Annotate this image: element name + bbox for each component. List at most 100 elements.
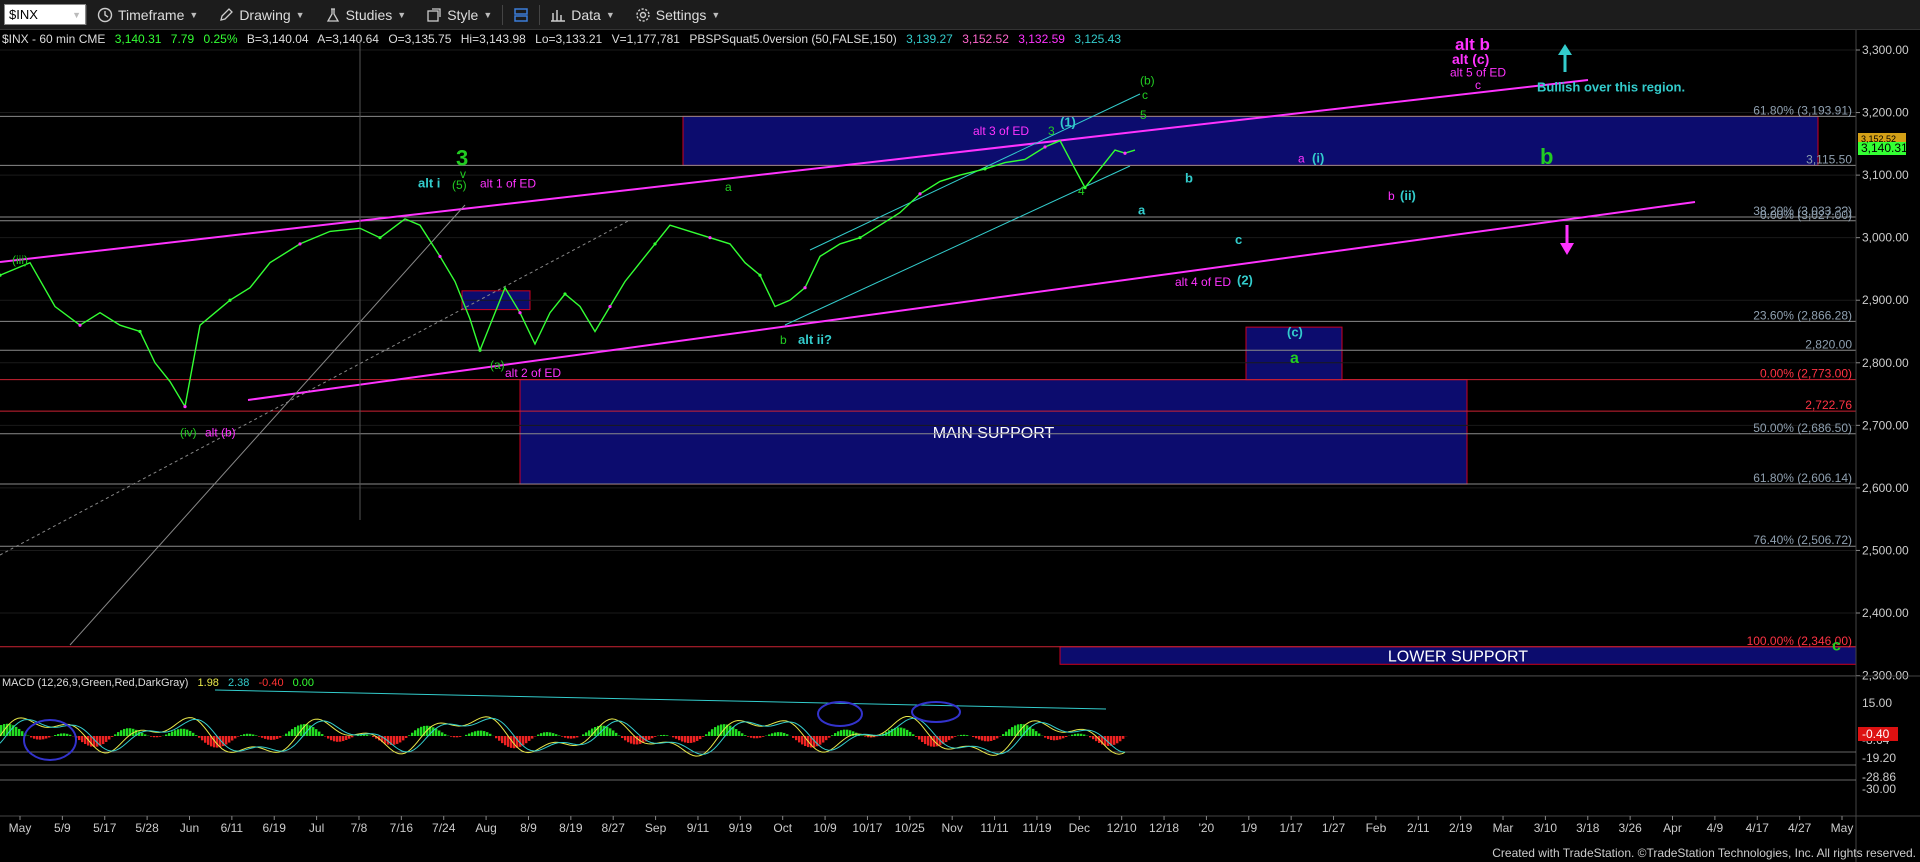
macd-bar <box>654 736 657 737</box>
price-point <box>563 292 567 296</box>
arrow-down-icon <box>1560 243 1574 255</box>
macd-bar <box>1119 736 1122 742</box>
macd-bar <box>450 736 453 737</box>
bar-chart-icon <box>551 9 566 22</box>
timeframe-button[interactable]: Timeframe ▼ <box>87 0 208 29</box>
date-tick-label: 12/18 <box>1149 821 1179 835</box>
macd-bar <box>528 736 531 741</box>
fib-level-label: 3,115.50 <box>1806 152 1852 166</box>
macd-bar <box>276 736 279 739</box>
macd-bar <box>1113 736 1116 745</box>
macd-bar <box>900 727 903 736</box>
macd-tick-label: -30.00 <box>1862 782 1896 796</box>
macd-bar <box>954 736 957 737</box>
macd-bar <box>1056 736 1059 741</box>
price-tick-label: 2,400.00 <box>1862 606 1909 620</box>
macd-bar <box>180 728 183 736</box>
price-point <box>608 304 612 309</box>
macd-bar <box>480 730 483 736</box>
macd-bar <box>675 736 678 739</box>
macd-bar <box>153 736 156 738</box>
macd-bar <box>576 736 579 738</box>
date-tick-label: 9/11 <box>687 821 710 835</box>
macd-bar <box>672 736 675 738</box>
macd-bar <box>1077 733 1080 736</box>
macd-bar <box>417 728 420 736</box>
date-tick-label: 1/9 <box>1240 821 1257 835</box>
upper-resistance-zone <box>682 115 1819 166</box>
pencil-icon <box>220 7 234 21</box>
macd-bar <box>522 736 525 746</box>
macd-bar <box>66 733 69 736</box>
price-tick-label: 3,000.00 <box>1862 231 1909 245</box>
data-button[interactable]: Data ▼ <box>540 0 625 29</box>
macd-bar <box>411 732 414 736</box>
macd-bar <box>612 730 615 736</box>
date-tick-label: 4/9 <box>1707 821 1724 835</box>
macd-bar <box>1035 731 1038 736</box>
macd-bar <box>981 736 984 741</box>
layout-button[interactable] <box>503 0 539 29</box>
studies-button[interactable]: Studies ▼ <box>315 0 417 29</box>
copyright-footer: Created with TradeStation. ©TradeStation… <box>1492 846 1916 860</box>
macd-bar <box>102 736 105 745</box>
macd-bar <box>78 736 81 741</box>
price-point <box>983 167 987 171</box>
price-point <box>138 329 142 334</box>
price-point <box>378 236 382 240</box>
macd-histogram <box>0 723 1128 749</box>
macd-bar <box>144 734 147 736</box>
macd-bar <box>1044 736 1047 738</box>
macd-bar <box>1002 734 1005 736</box>
macd-bar <box>39 736 42 740</box>
date-tick-label: Aug <box>475 821 496 835</box>
macd-bar <box>915 736 918 737</box>
macd-bar <box>828 736 831 738</box>
date-axis-ticks[interactable]: May 5/9 5/17 5/28 Jun 6/11 6/19 Jul 7/8 7/16 7/24 A… <box>9 816 1854 835</box>
price-tick-label: 2,900.00 <box>1862 293 1909 307</box>
drawing-button[interactable]: Drawing ▼ <box>208 0 314 29</box>
settings-button[interactable]: Settings ▼ <box>625 0 731 29</box>
macd-bar <box>990 736 993 741</box>
style-button[interactable]: Style ▼ <box>416 0 502 29</box>
date-tick-label: 2/11 <box>1407 821 1430 835</box>
macd-bar <box>165 734 168 736</box>
macd-bar <box>795 736 798 741</box>
macd-bar <box>204 736 207 743</box>
price-axis-panel <box>1856 30 1920 676</box>
wave-label: c <box>1475 78 1481 92</box>
macd-bar <box>996 736 999 739</box>
price-point <box>1043 145 1047 149</box>
macd-bar <box>351 736 354 738</box>
macd-bar <box>984 736 987 742</box>
macd-bar <box>141 732 144 736</box>
date-tick-label: Jul <box>309 821 324 835</box>
price-chart[interactable]: $INX - 60 min CME 3,140.31 7.79 0.25% B=… <box>0 30 1920 862</box>
macd-bar <box>1047 736 1050 740</box>
price-tick-label: 3,200.00 <box>1862 106 1909 120</box>
macd-bar <box>624 736 627 741</box>
macd-bar <box>405 736 408 738</box>
macd-bar <box>234 736 237 739</box>
date-tick-label: Oct <box>773 821 792 835</box>
macd-bar <box>963 734 966 736</box>
macd-bar <box>339 736 342 742</box>
macd-bar <box>498 736 501 741</box>
macd-bar <box>120 730 123 736</box>
macd-bar <box>525 736 528 744</box>
macd-bar <box>585 732 588 736</box>
macd-bar <box>684 736 687 743</box>
wave-label: alt 2 of ED <box>505 366 561 380</box>
macd-bar <box>279 736 282 738</box>
macd-bar <box>54 735 57 736</box>
macd-bar <box>420 726 423 736</box>
chevron-down-icon: ▼ <box>72 9 81 20</box>
macd-bar <box>771 733 774 736</box>
symbol-input[interactable]: $INX ▼ <box>4 4 86 25</box>
macd-bar <box>504 736 507 746</box>
macd-bar <box>330 736 333 741</box>
date-tick-label: May <box>1831 821 1854 835</box>
macd-bar <box>912 734 915 736</box>
macd-bar <box>615 732 618 736</box>
macd-bar <box>921 736 924 742</box>
